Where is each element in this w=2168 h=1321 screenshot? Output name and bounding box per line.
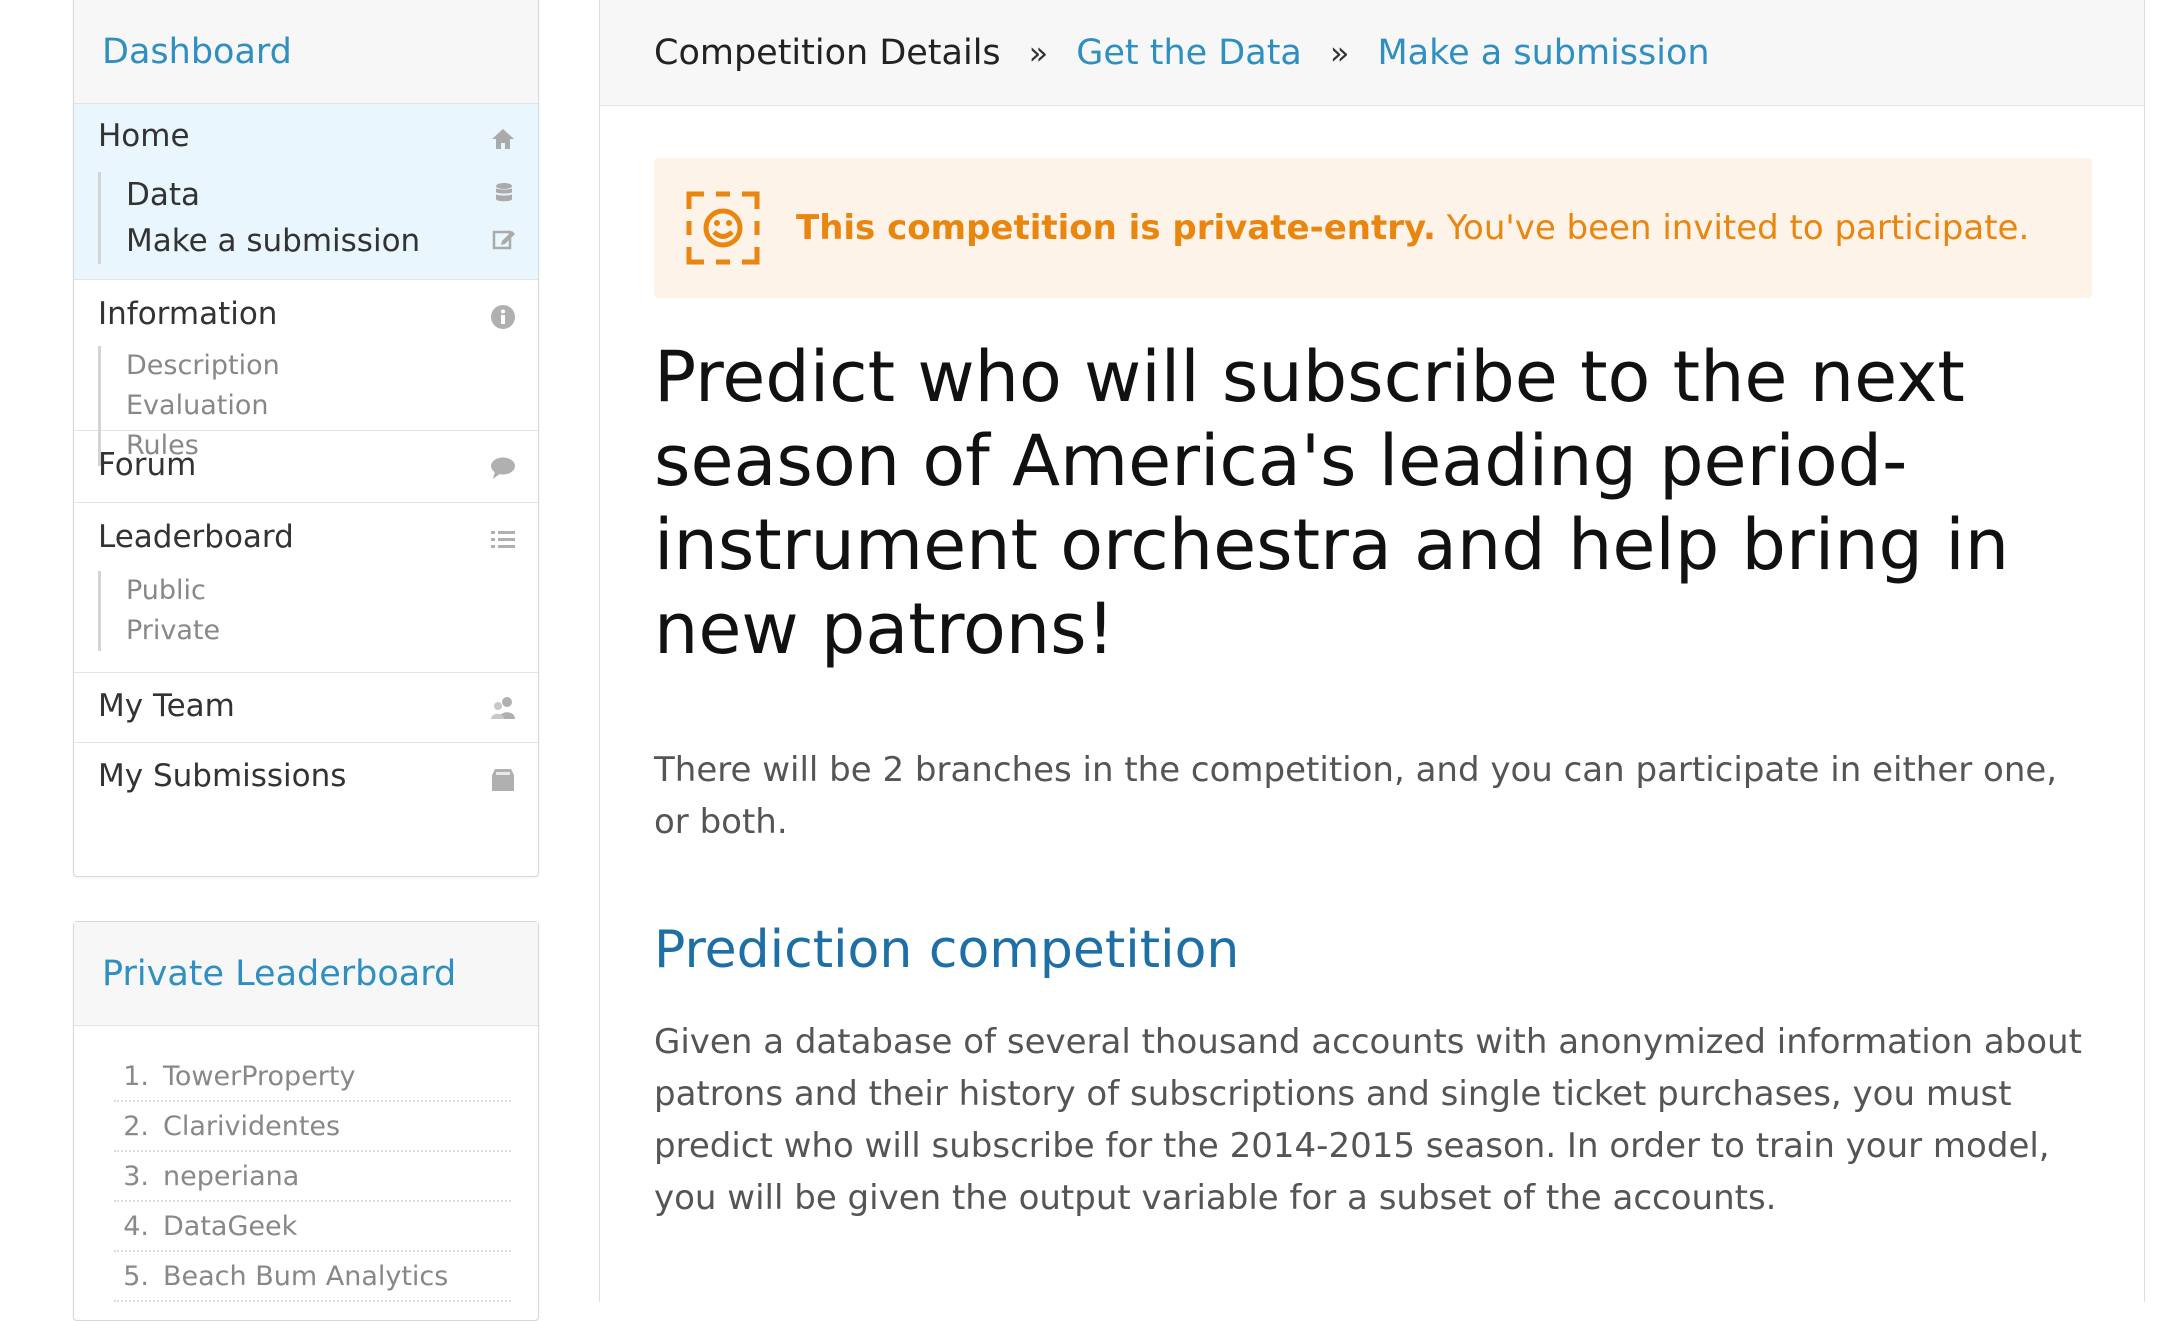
private-entry-alert: This competition is private-entry. You'v…	[654, 158, 2092, 298]
leaderboard-team-name[interactable]: Beach Bum Analytics	[163, 1261, 448, 1292]
sidebar-section-forum: Forum	[74, 431, 538, 503]
leaderboard-rank: 3.	[123, 1160, 149, 1192]
sidebar-item-evaluation[interactable]: Evaluation	[126, 386, 280, 426]
sidebar-item-forum[interactable]: Forum	[98, 447, 196, 483]
sidebar-item-my-team[interactable]: My Team	[98, 688, 235, 724]
leaderboard-entry[interactable]: 4. DataGeek	[114, 1202, 511, 1252]
chat-bubble-icon	[491, 457, 515, 479]
alert-body-text: You've been invited to participate.	[1435, 208, 2030, 248]
breadcrumb: Competition Details » Get the Data » Mak…	[600, 0, 2144, 106]
dashboard-panel: Dashboard Home Data Make a submission In…	[73, 0, 539, 877]
private-leaderboard-list: 1. TowerProperty 2. Clarividentes 3. nep…	[114, 1052, 511, 1302]
leaderboard-team-name[interactable]: Clarividentes	[163, 1111, 340, 1142]
list-icon	[491, 531, 515, 548]
sidebar-item-make-submission[interactable]: Make a submission	[126, 218, 420, 264]
leaderboard-rank: 4.	[123, 1210, 149, 1242]
leaderboard-entry[interactable]: 1. TowerProperty	[114, 1052, 511, 1102]
breadcrumb-link-get-data[interactable]: Get the Data	[1076, 33, 1302, 73]
private-leaderboard-panel: Private Leaderboard 1. TowerProperty 2. …	[73, 921, 539, 1321]
sidebar-section-team: My Team	[74, 673, 538, 743]
sidebar-section-submissions: My Submissions	[74, 743, 538, 813]
smiley-face-icon	[686, 191, 760, 265]
private-leaderboard-title[interactable]: Private Leaderboard	[74, 922, 538, 1026]
edit-icon	[492, 230, 515, 250]
team-icon	[491, 697, 515, 719]
leaderboard-entry[interactable]: 5. Beach Bum Analytics	[114, 1252, 511, 1302]
page-title: Predict who will subscribe to the next s…	[654, 336, 2010, 670]
leaderboard-entry[interactable]: 3. neperiana	[114, 1152, 511, 1202]
leaderboard-team-name[interactable]: neperiana	[163, 1161, 299, 1192]
intro-paragraph: There will be 2 branches in the competit…	[654, 750, 2058, 842]
sidebar-item-data[interactable]: Data	[126, 172, 420, 218]
breadcrumb-link-make-submission[interactable]: Make a submission	[1377, 33, 1709, 73]
database-icon	[496, 183, 512, 202]
prediction-paragraph: Given a database of several thousand acc…	[654, 1022, 2082, 1218]
leaderboard-team-name[interactable]: DataGeek	[163, 1211, 297, 1242]
sidebar-section-home: Home Data Make a submission	[74, 104, 538, 280]
leaderboard-rank: 2.	[123, 1110, 149, 1142]
leaderboard-subitems: Public Private	[98, 571, 220, 651]
sidebar-item-information[interactable]: Information	[98, 296, 277, 332]
breadcrumb-separator: »	[1028, 33, 1049, 72]
leaderboard-rank: 5.	[123, 1260, 149, 1292]
sidebar-section-leaderboard: Leaderboard Public Private	[74, 503, 538, 673]
dashboard-title[interactable]: Dashboard	[74, 0, 538, 104]
sidebar-item-public[interactable]: Public	[126, 571, 220, 611]
home-subitems: Data Make a submission	[98, 172, 420, 264]
alert-strong-text: This competition is private-entry.	[796, 208, 1436, 248]
main-content: Competition Details » Get the Data » Mak…	[599, 0, 2145, 1302]
sidebar-item-home[interactable]: Home	[98, 118, 190, 154]
alert-message: This competition is private-entry. You'v…	[796, 208, 2029, 248]
breadcrumb-separator: »	[1329, 33, 1350, 72]
inbox-icon	[492, 769, 514, 791]
info-icon	[491, 305, 515, 329]
home-icon	[492, 129, 514, 149]
sidebar-item-my-submissions[interactable]: My Submissions	[98, 758, 346, 794]
section-heading-prediction: Prediction competition	[654, 920, 1240, 980]
leaderboard-team-name[interactable]: TowerProperty	[163, 1061, 355, 1092]
breadcrumb-current: Competition Details	[654, 32, 1001, 73]
sidebar-section-information: Information Description Evaluation Rules	[74, 280, 538, 466]
sidebar-item-private[interactable]: Private	[126, 611, 220, 651]
sidebar-item-description[interactable]: Description	[126, 346, 280, 386]
leaderboard-rank: 1.	[123, 1060, 149, 1092]
leaderboard-entry[interactable]: 2. Clarividentes	[114, 1102, 511, 1152]
sidebar-item-leaderboard[interactable]: Leaderboard	[98, 519, 294, 555]
